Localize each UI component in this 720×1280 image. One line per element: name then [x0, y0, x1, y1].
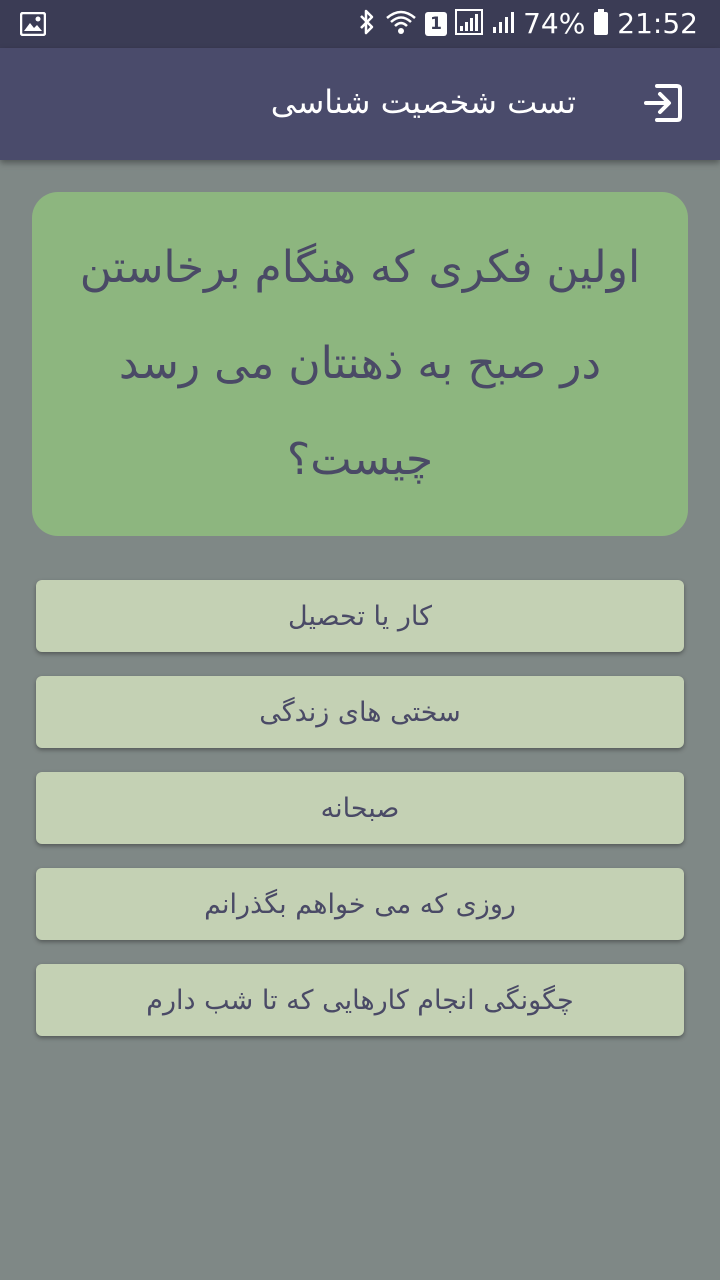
- answer-button-1[interactable]: کار یا تحصیل: [36, 580, 684, 652]
- signal-icon: [455, 9, 484, 39]
- sim-slot-number: 1: [430, 14, 442, 34]
- status-icons: 1 74% 21:52: [357, 0, 698, 48]
- question-card: اولین فکری که هنگام برخاستن در صبح به ذه…: [32, 192, 688, 536]
- signal-icon: [491, 9, 515, 39]
- page-title: تست شخصیت شناسی: [270, 83, 576, 121]
- answer-button-3[interactable]: صبحانه: [36, 772, 684, 844]
- image-icon: [19, 11, 47, 40]
- question-text: اولین فکری که هنگام برخاستن در صبح به ذه…: [79, 242, 641, 485]
- answer-button-2[interactable]: سختی های زندگی: [36, 676, 684, 748]
- exit-button[interactable]: [636, 78, 690, 132]
- answer-button-4[interactable]: روزی که می خواهم بگذرانم: [36, 868, 684, 940]
- bluetooth-icon: [357, 8, 377, 40]
- status-bar: 1 74% 21:52: [0, 0, 720, 48]
- clock: 21:52: [617, 7, 698, 40]
- battery-icon: [593, 8, 609, 40]
- app-bar: تست شخصیت شناسی: [0, 48, 720, 160]
- wifi-icon: [385, 9, 417, 39]
- answer-list: کار یا تحصیل سختی های زندگی صبحانه روزی …: [36, 580, 684, 1060]
- answer-button-5[interactable]: چگونگی انجام کارهایی که تا شب دارم: [36, 964, 684, 1036]
- battery-percent: 74%: [523, 7, 586, 40]
- exit-icon: [643, 83, 683, 127]
- sim-icon: 1: [425, 12, 448, 36]
